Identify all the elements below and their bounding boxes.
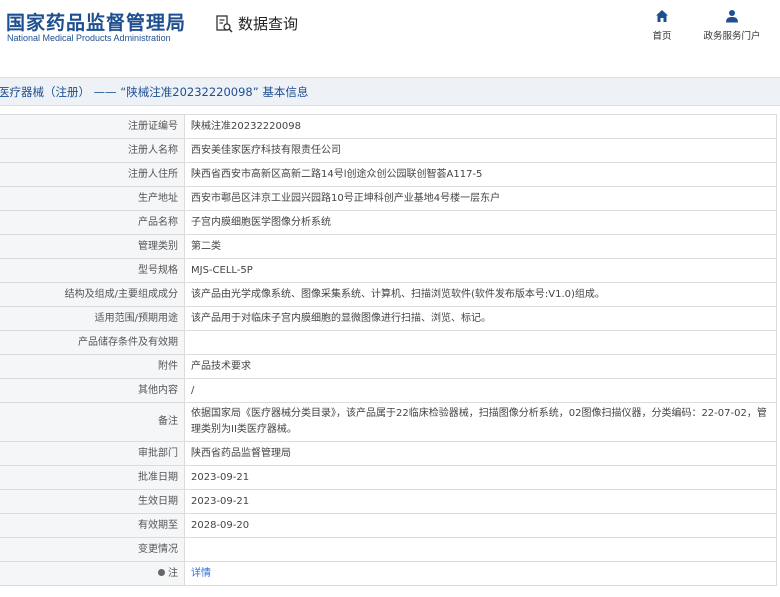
table-row: 适用范围/预期用途 该产品用于对临床子宫内膜细胞的显微图像进行扫描、浏览、标记。	[0, 306, 777, 331]
field-value: /	[184, 378, 777, 403]
table-row: 产品名称 子宫内膜细胞医学图像分析系统	[0, 210, 777, 235]
table-row: 结构及组成/主要组成成分 该产品由光学成像系统、图像采集系统、计算机、扫描浏览软件…	[0, 282, 777, 307]
field-value: 陕西省西安市高新区高新二路14号l创途众创公园联创智荟A117-5	[184, 162, 777, 187]
document-search-icon	[216, 14, 233, 33]
table-row: 注册人名称 西安美佳家医疗科技有限责任公司	[0, 138, 777, 163]
table-row: 审批部门 陕西省药品监督管理局	[0, 441, 777, 466]
field-label: 产品名称	[0, 210, 185, 235]
table-row: 注册证编号 陕械注准20232220098	[0, 114, 777, 139]
table-row: 管理类别 第二类	[0, 234, 777, 259]
details-link[interactable]: 详情	[191, 568, 211, 579]
field-value: 依据国家局《医疗器械分类目录》，该产品属于22临床检验器械，扫描图像分析系统，0…	[184, 402, 777, 442]
field-label: 注册证编号	[0, 114, 185, 139]
field-label: 附件	[0, 354, 185, 379]
field-value: 子宫内膜细胞医学图像分析系统	[184, 210, 777, 235]
field-label: 产品储存条件及有效期	[0, 330, 185, 355]
record-title: 医疗器械（注册） —— “陕械注准20232220098” 基本信息	[0, 85, 309, 99]
table-row: 注册人住所 陕西省西安市高新区高新二路14号l创途众创公园联创智荟A117-5	[0, 162, 777, 187]
site-logo-en[interactable]: National Medical Products Administration	[7, 33, 171, 43]
field-label: 结构及组成/主要组成成分	[0, 282, 185, 307]
field-value: 2023-09-21	[184, 489, 777, 514]
note-label: 注	[168, 567, 178, 579]
field-label: 管理类别	[0, 234, 185, 259]
field-value: 西安市鄠邑区沣京工业园兴园路10号正坤科创产业基地4号楼一层东户	[184, 186, 777, 211]
record-title-bar: 医疗器械（注册） —— “陕械注准20232220098” 基本信息	[0, 77, 780, 106]
field-label: 其他内容	[0, 378, 185, 403]
field-value	[184, 330, 777, 355]
nav-service-portal-label: 政务服务门户	[703, 31, 761, 42]
nav-service-portal[interactable]: 政务服务门户	[702, 9, 762, 42]
field-label: 批准日期	[0, 465, 185, 490]
field-value: 2028-09-20	[184, 513, 777, 538]
data-query-link[interactable]: 数据查询	[215, 13, 298, 34]
pin-icon	[158, 569, 165, 576]
home-icon	[656, 10, 668, 22]
site-header: 国家药品监督管理局 National Medical Products Admi…	[0, 0, 780, 62]
site-logo-cn[interactable]: 国家药品监督管理局	[6, 8, 186, 35]
field-value: 产品技术要求	[184, 354, 777, 379]
nav-home[interactable]: 首页	[632, 9, 692, 42]
user-icon	[726, 10, 738, 23]
table-row: 备注 依据国家局《医疗器械分类目录》，该产品属于22临床检验器械，扫描图像分析系统…	[0, 402, 777, 442]
field-label: 审批部门	[0, 441, 185, 466]
field-value: 西安美佳家医疗科技有限责任公司	[184, 138, 777, 163]
table-row: 生产地址 西安市鄠邑区沣京工业园兴园路10号正坤科创产业基地4号楼一层东户	[0, 186, 777, 211]
detail-table-container: 注册证编号 陕械注准20232220098 注册人名称 西安美佳家医疗科技有限责任公司…	[0, 114, 777, 586]
field-label: 型号规格	[0, 258, 185, 283]
table-row: 生效日期 2023-09-21	[0, 489, 777, 514]
table-row: 附件 产品技术要求	[0, 354, 777, 379]
table-row: 产品储存条件及有效期	[0, 330, 777, 355]
field-label: 注册人名称	[0, 138, 185, 163]
data-query-label: 数据查询	[238, 15, 299, 33]
table-row: 其他内容 /	[0, 378, 777, 403]
field-label: 适用范围/预期用途	[0, 306, 185, 331]
table-row: 批准日期 2023-09-21	[0, 465, 777, 490]
field-value: MJS-CELL-5P	[184, 258, 777, 283]
field-value: 该产品由光学成像系统、图像采集系统、计算机、扫描浏览软件(软件发布版本号:V1.…	[184, 282, 777, 307]
table-row: 有效期至 2028-09-20	[0, 513, 777, 538]
detail-table: 注册证编号 陕械注准20232220098 注册人名称 西安美佳家医疗科技有限责任公司…	[0, 114, 777, 586]
field-label: 注册人住所	[0, 162, 185, 187]
field-value	[184, 537, 777, 562]
field-label: 生产地址	[0, 186, 185, 211]
field-value: 陕西省药品监督管理局	[184, 441, 777, 466]
field-label: 生效日期	[0, 489, 185, 514]
field-value: 该产品用于对临床子宫内膜细胞的显微图像进行扫描、浏览、标记。	[184, 306, 777, 331]
field-label: 备注	[0, 402, 185, 442]
table-row-note: 注 详情	[0, 561, 777, 586]
table-row: 变更情况	[0, 537, 777, 562]
field-value: 第二类	[184, 234, 777, 259]
field-label: 有效期至	[0, 513, 185, 538]
field-value: 2023-09-21	[184, 465, 777, 490]
field-label: 变更情况	[0, 537, 185, 562]
nav-home-label: 首页	[652, 31, 672, 42]
field-value-note: 详情	[184, 561, 777, 586]
field-label-note: 注	[0, 561, 185, 586]
field-value: 陕械注准20232220098	[184, 114, 777, 139]
table-row: 型号规格 MJS-CELL-5P	[0, 258, 777, 283]
